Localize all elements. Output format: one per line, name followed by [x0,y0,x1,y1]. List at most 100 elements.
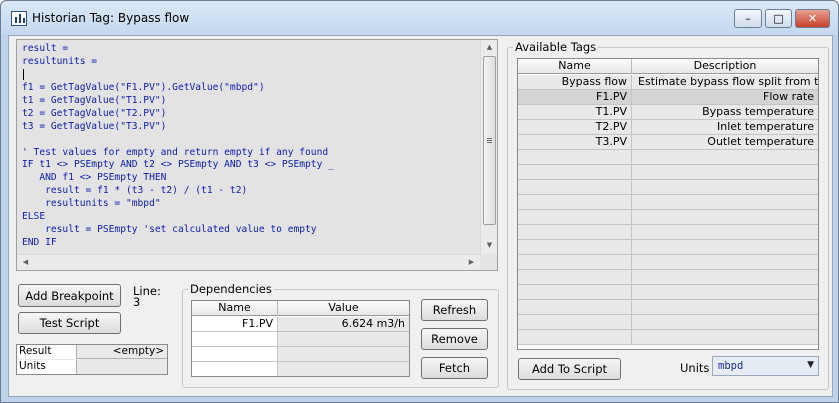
tags-name-column[interactable]: Name [518,59,632,74]
tag-description [632,195,818,209]
dependencies-legend: Dependencies [190,282,272,296]
tag-row[interactable]: F1.PV Flow rate [518,90,818,105]
dependency-row[interactable] [192,347,409,362]
dependency-value [278,347,409,361]
tag-name [518,225,632,239]
units-row: Units [17,360,167,374]
result-name: Result [17,345,77,359]
script-code[interactable]: result = resultunits = f1 = GetTagValue("F… [22,43,477,255]
code-line[interactable] [22,134,477,147]
scroll-right-arrow-icon[interactable]: ▶ [463,258,480,266]
scroll-up-arrow-icon[interactable]: ▲ [481,43,498,51]
tag-row[interactable] [518,165,818,180]
tag-row[interactable] [518,285,818,300]
maximize-button[interactable]: □ [765,9,792,28]
tag-description [632,180,818,194]
tag-name [518,195,632,209]
tag-row[interactable] [518,330,818,345]
code-line[interactable]: resultunits = "mbpd" [22,198,477,211]
dropdown-arrow-icon[interactable]: ▼ [807,360,814,370]
tag-row[interactable]: Bypass flow Estimate bypass flow split fr… [518,75,818,90]
dependencies-value-column[interactable]: Value [278,301,409,316]
tag-description [632,165,818,179]
code-line[interactable]: result = [22,43,477,56]
tag-description [632,150,818,164]
scroll-left-arrow-icon[interactable]: ◀ [17,258,34,266]
tag-description [632,330,818,344]
tag-row[interactable]: T1.PV Bypass temperature [518,105,818,120]
tag-row[interactable]: T3.PV Outlet temperature [518,135,818,150]
remove-button[interactable]: Remove [421,328,488,350]
dependency-row[interactable] [192,332,409,347]
minimize-button[interactable]: – [734,9,762,28]
tag-name: T1.PV [518,105,632,119]
dependency-name [192,362,278,376]
tag-row[interactable] [518,255,818,270]
code-line[interactable]: IF t1 <> PSEmpty AND t2 <> PSEmpty AND t… [22,159,477,172]
test-script-button[interactable]: Test Script [18,312,121,334]
code-line[interactable]: ELSE [22,211,477,224]
code-line[interactable]: t1 = GetTagValue("T1.PV") [22,95,477,108]
code-line[interactable]: result = f1 * (t3 - t2) / (t1 - t2) [22,185,477,198]
tag-row[interactable] [518,270,818,285]
dependency-name [192,347,278,361]
tag-description [632,285,818,299]
scroll-down-arrow-icon[interactable]: ▼ [481,241,498,249]
add-breakpoint-button[interactable]: Add Breakpoint [18,284,121,307]
code-line[interactable]: AND f1 <> PSEmpty THEN [22,172,477,185]
tag-row[interactable] [518,210,818,225]
tag-name [518,150,632,164]
dependency-row[interactable]: F1.PV 6.624 m3/h [192,317,409,332]
tag-row[interactable]: T2.PV Inlet temperature [518,120,818,135]
add-to-script-button[interactable]: Add To Script [518,358,621,380]
tag-row[interactable] [518,195,818,210]
code-line[interactable]: resultunits = [22,56,477,69]
dependency-value: 6.624 m3/h [341,317,405,330]
units-selected-value: mbpd [718,360,744,372]
code-line[interactable]: t2 = GetTagValue("T2.PV") [22,108,477,121]
tag-description [632,240,818,254]
editor-vertical-scrollbar[interactable]: ▲ ▼ [480,40,497,255]
units-dropdown[interactable]: mbpd ▼ [712,356,819,376]
code-line[interactable]: ' Test values for empty and return empty… [22,147,477,160]
tag-row[interactable] [518,315,818,330]
title-bar[interactable]: Historian Tag: Bypass flow – □ ✕ [1,1,838,35]
dependencies-grid[interactable]: Name Value F1.PV 6.624 m3/h [191,300,410,377]
available-tags-grid[interactable]: Name Description Bypass flow Estimate byp… [517,58,819,350]
fetch-button[interactable]: Fetch [421,357,488,379]
tag-name [518,240,632,254]
code-line[interactable]: END IF [22,237,477,250]
tag-name: T2.PV [518,120,632,134]
tag-row[interactable] [518,240,818,255]
tag-description [632,300,818,314]
tag-name [518,165,632,179]
dependency-value [278,362,409,376]
code-line[interactable]: f1 = GetTagValue("F1.PV").GetValue("mbpd… [22,82,477,95]
refresh-button[interactable]: Refresh [421,299,488,321]
script-editor[interactable]: result = resultunits = f1 = GetTagValue("F… [16,39,498,271]
tag-description: Estimate bypass flow split from te [638,75,818,88]
vertical-scroll-thumb[interactable] [483,56,496,225]
result-value: <empty> [112,345,164,357]
tag-row[interactable] [518,225,818,240]
tag-name [518,285,632,299]
scrollbar-corner [480,254,497,270]
tag-row[interactable] [518,180,818,195]
tag-description: Bypass temperature [702,105,814,118]
code-line[interactable]: t3 = GetTagValue("T3.PV") [22,121,477,134]
code-line[interactable] [22,69,477,82]
text-caret [23,69,24,80]
dependency-name [192,332,278,346]
close-button[interactable]: ✕ [795,9,830,28]
tag-description [632,270,818,284]
dependency-name: F1.PV [192,317,278,331]
tag-row[interactable] [518,300,818,315]
tag-name [518,210,632,224]
code-line[interactable]: result = PSEmpty 'set calculated value t… [22,224,477,237]
units-name: Units [17,360,77,374]
tag-row[interactable] [518,150,818,165]
editor-horizontal-scrollbar[interactable]: ◀ ▶ [17,254,481,270]
tags-description-column[interactable]: Description [632,59,818,74]
dependencies-name-column[interactable]: Name [192,301,278,316]
dependency-row[interactable] [192,362,409,376]
